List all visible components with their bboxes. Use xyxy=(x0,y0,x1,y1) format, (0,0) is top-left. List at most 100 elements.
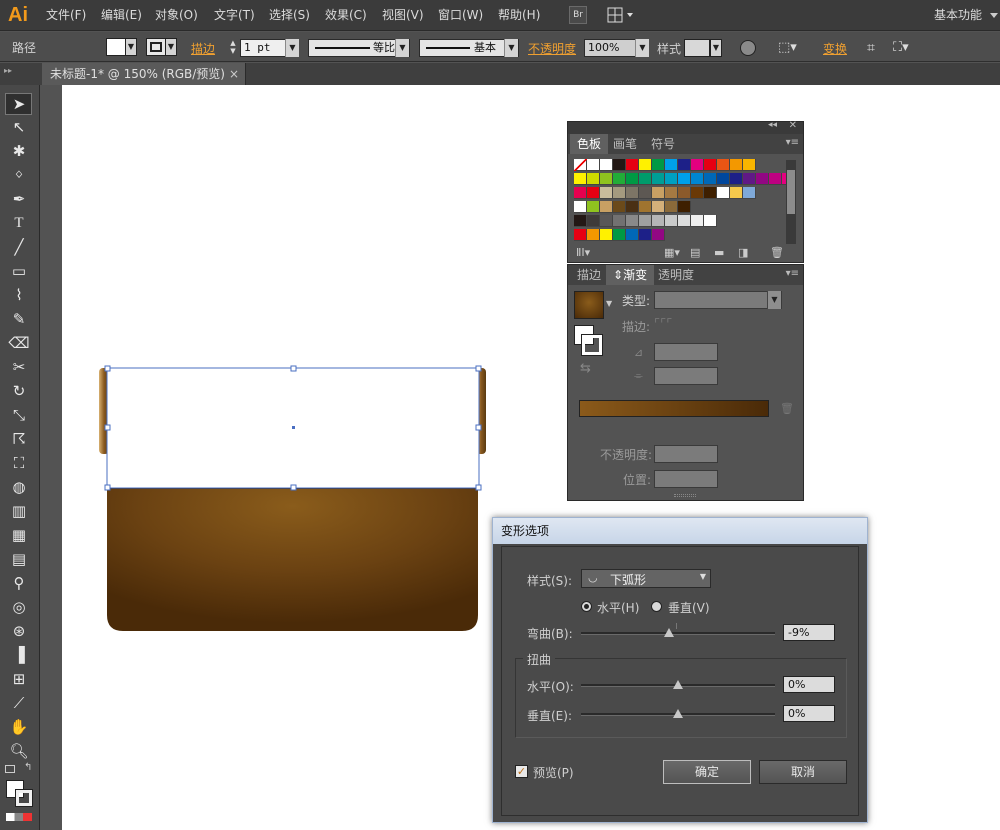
swatch[interactable] xyxy=(613,201,626,213)
swatch[interactable] xyxy=(626,201,639,213)
variable-width-profile-select[interactable]: 等比 ▼ xyxy=(308,39,410,57)
swatch[interactable] xyxy=(743,187,756,199)
gradient-slider-bar[interactable] xyxy=(579,400,769,417)
isolate-icon[interactable]: ⌗ xyxy=(862,39,880,57)
swatch[interactable] xyxy=(652,187,665,199)
swatch[interactable] xyxy=(587,187,600,199)
stroke-stepper[interactable]: ▲ ▼ xyxy=(227,39,239,57)
bend-input[interactable]: -9% xyxy=(783,624,835,641)
magic-wand-tool-icon[interactable]: ✱ xyxy=(8,141,30,161)
dialog-title[interactable]: 变形选项 xyxy=(493,518,867,544)
swatch[interactable] xyxy=(626,187,639,199)
workspace-switcher[interactable]: 基本功能 xyxy=(934,0,982,31)
swatch[interactable] xyxy=(665,187,678,199)
swatch[interactable] xyxy=(730,159,743,171)
close-panel-icon[interactable]: ✕ xyxy=(789,120,797,131)
bridge-button[interactable]: Br xyxy=(569,6,587,24)
swatch[interactable] xyxy=(652,229,665,241)
collapse-panel-icon[interactable]: ◂◂ xyxy=(768,120,777,130)
swatch-options-icon[interactable]: ▤ xyxy=(690,246,700,259)
swatch[interactable] xyxy=(704,187,717,199)
swatch[interactable] xyxy=(587,229,600,241)
swap-colors-icon[interactable]: ↰ xyxy=(24,762,32,773)
swatch[interactable] xyxy=(652,201,665,213)
gradient-location-input[interactable] xyxy=(654,470,718,488)
swatch[interactable] xyxy=(769,173,782,185)
show-swatch-kinds-icon[interactable]: ▦▾ xyxy=(664,246,680,259)
swatch[interactable] xyxy=(678,159,691,171)
new-color-group-icon[interactable]: ▬ xyxy=(714,246,724,259)
swatch[interactable] xyxy=(587,215,600,227)
delete-stop-icon[interactable]: 🗑︎ xyxy=(780,402,794,415)
swatch[interactable] xyxy=(691,215,704,227)
fill-dropdown-icon[interactable]: ▼ xyxy=(125,38,137,56)
vertical-radio[interactable] xyxy=(651,601,662,612)
menu-help[interactable]: 帮助(H) xyxy=(498,0,540,31)
arrange-documents-button[interactable] xyxy=(606,6,636,24)
zoom-tool-icon[interactable]: 🔍︎ xyxy=(8,741,30,761)
swatch[interactable] xyxy=(665,173,678,185)
swatch[interactable] xyxy=(678,187,691,199)
brush-definition-select[interactable]: 基本 ▼ xyxy=(419,39,519,57)
swatch[interactable] xyxy=(743,159,756,171)
angle-input[interactable] xyxy=(654,343,718,361)
tab-swatches[interactable]: 色板 xyxy=(570,134,609,154)
swatch[interactable] xyxy=(600,159,613,171)
opacity-dropdown-icon[interactable]: ▼ xyxy=(635,39,649,57)
swatch-scrollbar[interactable] xyxy=(786,160,796,244)
swatch[interactable] xyxy=(639,159,652,171)
opacity-input[interactable]: 100% xyxy=(584,39,636,57)
stroke-weight-dropdown-icon[interactable]: ▼ xyxy=(285,39,299,57)
menu-type[interactable]: 文字(T) xyxy=(214,0,255,31)
swatch[interactable] xyxy=(730,173,743,185)
artboard-tool-icon[interactable]: ⊞ xyxy=(8,669,30,689)
tab-stroke[interactable]: 描边 xyxy=(570,265,608,285)
blend-tool-icon[interactable]: ◎ xyxy=(8,597,30,617)
swatch[interactable] xyxy=(639,201,652,213)
gradient-thumbnail-dropdown-icon[interactable]: ▼ xyxy=(606,299,612,308)
column-graph-tool-icon[interactable]: ▐ xyxy=(8,645,30,665)
stroke-swatch[interactable] xyxy=(146,38,166,56)
swatch[interactable] xyxy=(717,173,730,185)
swatch[interactable] xyxy=(626,215,639,227)
swatch[interactable] xyxy=(613,215,626,227)
delete-swatch-icon[interactable]: 🗑︎ xyxy=(770,246,784,259)
swatch[interactable] xyxy=(756,173,769,185)
swatch[interactable] xyxy=(626,229,639,241)
graphic-style-dropdown-icon[interactable]: ▼ xyxy=(710,39,722,57)
rotate-tool-icon[interactable]: ↻ xyxy=(8,381,30,401)
swatch[interactable] xyxy=(704,215,717,227)
transform-link[interactable]: 变换 xyxy=(823,40,847,57)
symbol-sprayer-tool-icon[interactable]: ⊛ xyxy=(8,621,30,641)
bend-slider[interactable] xyxy=(581,632,775,635)
distort-horizontal-input[interactable]: 0% xyxy=(783,676,835,693)
distort-horizontal-slider-thumb[interactable] xyxy=(673,680,683,689)
graph-tool-icon[interactable]: ▥ xyxy=(8,501,30,521)
mesh-tool-icon[interactable]: ▦ xyxy=(8,525,30,545)
swatch[interactable] xyxy=(626,173,639,185)
line-tool-icon[interactable]: ╱ xyxy=(8,237,30,257)
swatch[interactable] xyxy=(587,201,600,213)
aspect-ratio-input[interactable] xyxy=(654,367,718,385)
gradient-thumbnail[interactable] xyxy=(574,291,604,319)
eraser-tool-icon[interactable]: ⌫ xyxy=(8,333,30,353)
swatch[interactable] xyxy=(717,159,730,171)
pot-body[interactable] xyxy=(107,475,478,631)
menu-effect[interactable]: 效果(C) xyxy=(325,0,367,31)
menu-select[interactable]: 选择(S) xyxy=(269,0,310,31)
color-mode-icons[interactable] xyxy=(6,813,32,821)
opacity-link[interactable]: 不透明度 xyxy=(528,40,576,57)
swatch[interactable] xyxy=(704,159,717,171)
stroke-gradient-buttons-icon[interactable]: ⌜⌜⌜ xyxy=(654,316,722,334)
cancel-button[interactable]: 取消 xyxy=(759,760,847,784)
rectangle-tool-icon[interactable]: ▭ xyxy=(8,261,30,281)
new-swatch-icon[interactable]: ◨ xyxy=(738,246,748,259)
slice-tool-icon[interactable]: ⟋ xyxy=(8,693,30,713)
bend-slider-thumb[interactable] xyxy=(664,628,675,637)
stroke-weight-input[interactable]: 1 pt xyxy=(240,39,286,57)
workspace-dropdown-icon[interactable] xyxy=(990,13,998,18)
swatch[interactable] xyxy=(717,187,730,199)
swatch[interactable] xyxy=(691,187,704,199)
swatch[interactable] xyxy=(678,201,691,213)
swatch[interactable] xyxy=(600,187,613,199)
